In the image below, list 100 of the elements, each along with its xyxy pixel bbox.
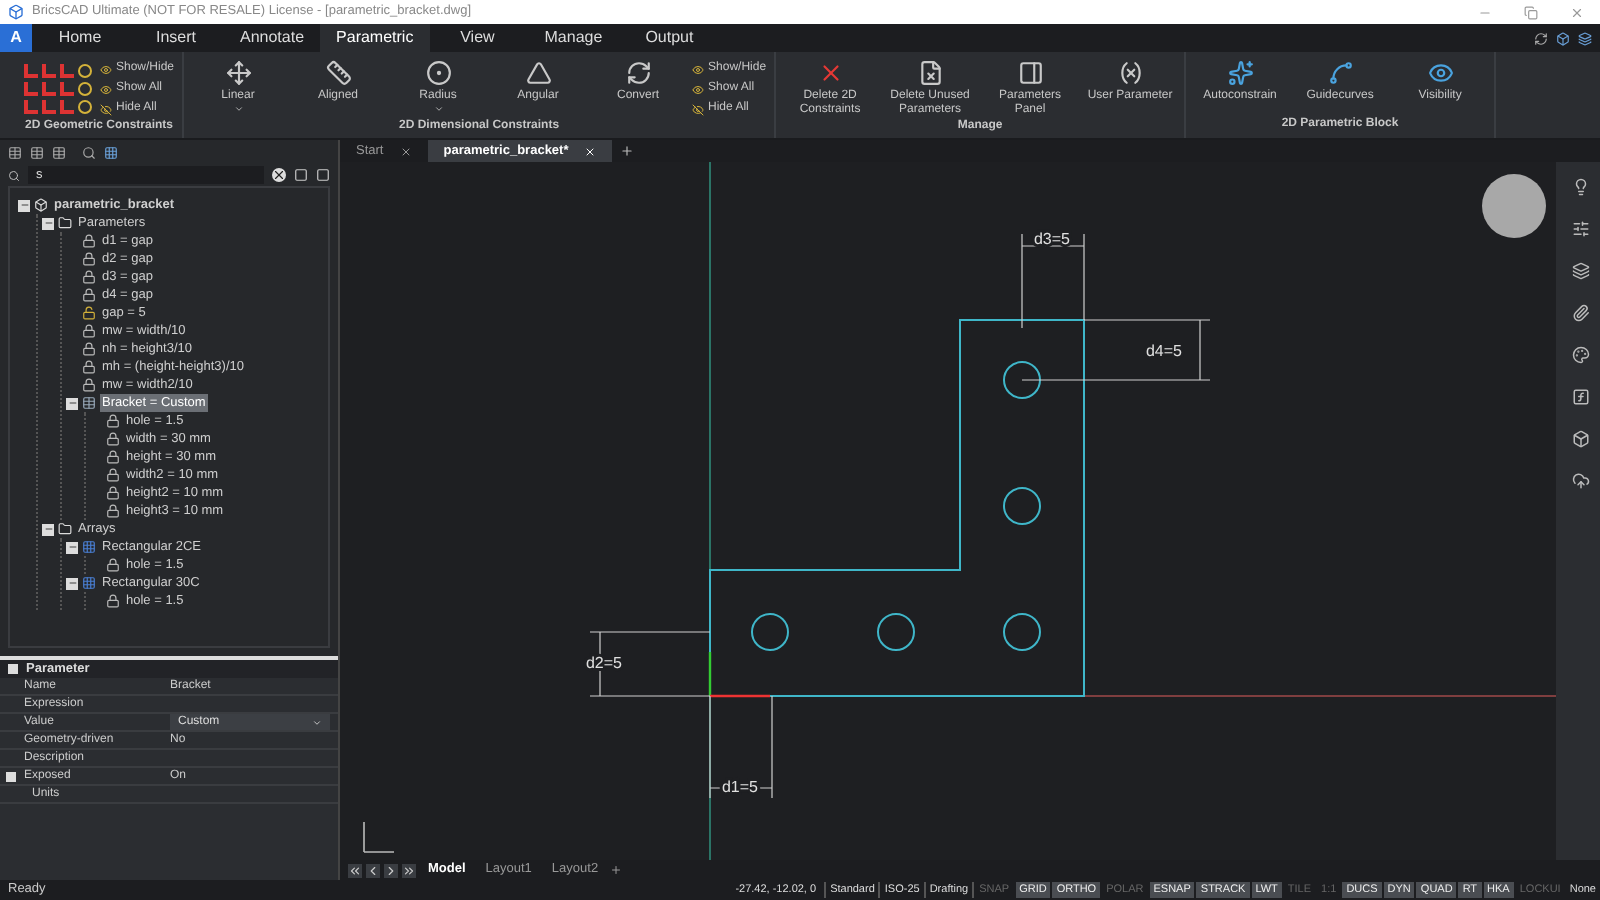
collapse-icon[interactable]	[294, 168, 308, 182]
origin-axis-icon	[363, 821, 395, 853]
grid-icon	[82, 540, 96, 554]
caret-icon	[233, 104, 244, 114]
lock-icon	[82, 324, 96, 338]
layers-icon[interactable]	[1571, 262, 1589, 280]
search-icon[interactable]	[82, 145, 96, 159]
lock-icon	[106, 468, 120, 482]
expander-icon[interactable]	[42, 217, 54, 229]
filter-icon[interactable]	[104, 145, 118, 159]
folder-icon	[58, 522, 72, 536]
lock-icon	[106, 450, 120, 464]
hole-circle	[1003, 487, 1041, 525]
sparkle-icon	[1227, 60, 1254, 86]
paperclip-icon[interactable]	[1571, 304, 1589, 322]
app-menu-button[interactable]: A	[0, 24, 32, 52]
lock-icon	[106, 558, 120, 572]
folder-icon	[58, 216, 72, 230]
eye-icon	[692, 103, 705, 115]
panel-icon	[1017, 60, 1044, 86]
expander-icon[interactable]	[18, 199, 30, 211]
hole-circle	[1003, 361, 1041, 399]
lock-icon	[106, 504, 120, 518]
menu-tab[interactable]: Manage	[525, 24, 622, 52]
sync-icon[interactable]	[1534, 31, 1548, 45]
variable-icon	[1117, 60, 1144, 86]
add-tab-icon[interactable]	[620, 144, 635, 158]
unlocked-icon	[82, 306, 96, 320]
eye-icon	[100, 103, 112, 115]
dimension-label[interactable]: d1=5	[721, 778, 759, 796]
file-icon	[917, 60, 944, 86]
table-icon	[82, 396, 96, 410]
lock-icon	[106, 432, 120, 446]
lock-icon	[82, 234, 96, 248]
eye-icon	[100, 63, 112, 75]
lock-icon	[82, 360, 96, 374]
navigation-arrow-icon[interactable]	[384, 863, 398, 877]
lightbulb-icon[interactable]	[1571, 178, 1589, 196]
lock-icon	[82, 270, 96, 284]
angle-icon	[525, 60, 552, 86]
ruler-icon	[325, 60, 352, 86]
tree-icon[interactable]	[8, 145, 22, 159]
expander-icon[interactable]	[6, 771, 16, 781]
cube-icon[interactable]	[1571, 430, 1589, 448]
menu-tab[interactable]: Home	[32, 24, 128, 52]
circle-icon	[425, 60, 452, 86]
close-icon	[817, 60, 844, 86]
dimension-label[interactable]: d3=5	[1033, 230, 1071, 248]
sliders-icon[interactable]	[1571, 220, 1589, 238]
palette-icon[interactable]	[1571, 346, 1589, 364]
expand-icon[interactable]	[316, 168, 330, 182]
lock-icon	[106, 594, 120, 608]
hole-circle	[877, 613, 915, 651]
clear-icon[interactable]	[272, 168, 286, 182]
menu-tab[interactable]: Insert	[128, 24, 224, 52]
restore-icon[interactable]	[1524, 5, 1538, 19]
menu-tab[interactable]: Annotate	[224, 24, 321, 52]
search-icon	[8, 169, 20, 181]
expander-icon[interactable]	[42, 523, 54, 535]
lock-icon	[82, 342, 96, 356]
cloud-icon[interactable]	[1571, 472, 1589, 490]
refresh-icon	[625, 60, 652, 86]
drawing-canvas[interactable]: d3=5 d4=5 d2=5 d1=5	[340, 162, 1556, 860]
navigation-wheel-icon[interactable]	[1482, 174, 1546, 238]
close-icon[interactable]	[399, 145, 412, 157]
lock-icon	[82, 252, 96, 266]
eye-icon	[692, 63, 705, 75]
lock-icon	[82, 378, 96, 392]
tree-icon[interactable]	[52, 145, 66, 159]
layers-icon[interactable]	[1578, 31, 1592, 45]
move-icon	[225, 60, 252, 86]
expander-icon[interactable]	[66, 577, 78, 589]
eye-icon	[100, 83, 112, 95]
app-logo-icon	[8, 4, 24, 20]
ucs-axis-icon	[708, 652, 770, 698]
constraint-icons-drawing[interactable]	[24, 64, 92, 114]
function-icon[interactable]	[1571, 388, 1589, 406]
tree-icon[interactable]	[30, 145, 44, 159]
hole-circle	[1003, 613, 1041, 651]
navigation-arrow-icon[interactable]	[366, 863, 380, 877]
lock-icon	[82, 288, 96, 302]
eye-icon	[692, 83, 705, 95]
curve-icon	[1327, 60, 1354, 86]
expander-icon[interactable]	[66, 541, 78, 553]
expander-icon[interactable]	[66, 397, 78, 409]
cube-icon[interactable]	[1556, 31, 1570, 45]
dimension-label[interactable]: d2=5	[585, 654, 623, 672]
eye-icon	[1427, 60, 1454, 86]
grid-icon	[82, 576, 96, 590]
dimension-label[interactable]: d4=5	[1145, 342, 1183, 360]
lock-icon	[106, 414, 120, 428]
menu-tab[interactable]: View	[429, 24, 526, 52]
caret-icon	[312, 717, 322, 727]
caret-icon	[433, 104, 444, 114]
menu-tab[interactable]: Output	[621, 24, 718, 52]
menu-tab[interactable]: Parametric	[320, 24, 430, 52]
add-layout-icon[interactable]	[610, 864, 623, 876]
hole-circle	[751, 613, 789, 651]
lock-icon	[106, 486, 120, 500]
block-icon	[34, 198, 48, 212]
